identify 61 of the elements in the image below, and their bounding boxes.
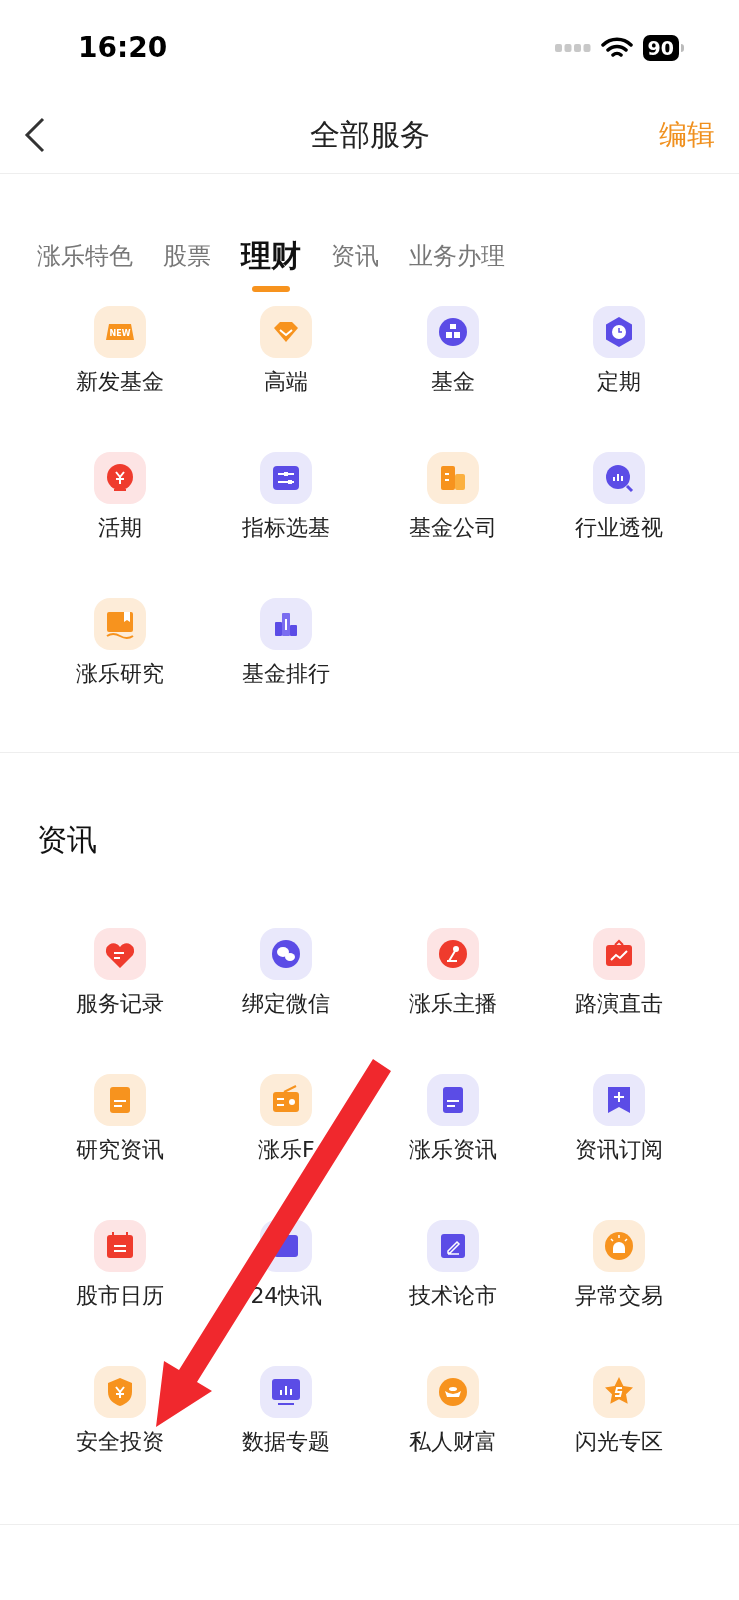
wifi-icon <box>600 36 633 60</box>
category-tab[interactable]: 股票 <box>163 236 211 276</box>
coin-icon <box>94 452 147 504</box>
status-time: 16:20 <box>78 30 168 66</box>
service-label[interactable]: 路演直击 <box>574 990 663 1018</box>
service-label[interactable]: 涨乐主播 <box>408 990 497 1018</box>
service-label[interactable]: 资讯订阅 <box>574 1136 663 1164</box>
tab-underline <box>252 286 290 292</box>
chat-bubbles-icon <box>260 928 313 980</box>
service-label[interactable]: 股市日历 <box>76 1282 165 1310</box>
clock-icon <box>592 306 645 358</box>
document-icon <box>426 1074 479 1126</box>
category-tab[interactable]: 资讯 <box>331 236 379 276</box>
trend-board-icon <box>592 928 645 980</box>
service-label[interactable]: 闪光专区 <box>574 1428 663 1456</box>
pencil-icon <box>426 1220 479 1272</box>
service-label[interactable]: 行业透视 <box>574 514 663 542</box>
service-label[interactable]: 高端 <box>264 368 309 396</box>
service-label[interactable]: 研究资讯 <box>76 1136 165 1164</box>
monitor-chart-icon <box>260 1366 313 1418</box>
magnifier-chart-icon <box>592 452 645 504</box>
document-icon <box>94 1074 147 1126</box>
service-label[interactable]: 绑定微信 <box>242 990 331 1018</box>
service-label[interactable]: 安全投资 <box>76 1428 165 1456</box>
service-label[interactable]: 新发基金 <box>76 368 165 396</box>
service-label[interactable]: 数据专题 <box>242 1428 331 1456</box>
category-tab[interactable]: 业务办理 <box>409 236 505 276</box>
service-label[interactable]: 涨乐F <box>258 1136 315 1164</box>
battery-level: 90 <box>642 35 679 61</box>
podium-icon <box>260 598 313 650</box>
signal-icon <box>554 44 591 52</box>
section-title: 资讯 <box>37 822 97 857</box>
service-label[interactable]: 指标选基 <box>242 514 331 542</box>
service-label[interactable]: 基金 <box>430 368 475 396</box>
back-icon[interactable] <box>24 116 46 153</box>
service-label[interactable]: 活期 <box>98 514 143 542</box>
service-label[interactable]: 涨乐研究 <box>76 660 165 688</box>
service-label[interactable]: 服务记录 <box>76 990 165 1018</box>
building-icon <box>426 452 479 504</box>
book-icon <box>94 598 147 650</box>
service-label[interactable]: 涨乐资讯 <box>408 1136 497 1164</box>
category-tab[interactable]: 理财 <box>241 236 301 276</box>
service-label[interactable]: 基金排行 <box>242 660 331 688</box>
service-label[interactable]: 定期 <box>596 368 641 396</box>
alarm-light-icon <box>592 1220 645 1272</box>
calendar-icon <box>94 1220 147 1272</box>
sliders-icon <box>260 452 313 504</box>
ingot-icon <box>426 1366 479 1418</box>
service-label[interactable]: 基金公司 <box>408 514 497 542</box>
microphone-icon <box>426 928 479 980</box>
service-label[interactable]: 24快讯 <box>250 1282 323 1310</box>
service-label[interactable]: 私人财富 <box>408 1428 497 1456</box>
blocks-icon <box>426 306 479 358</box>
service-label[interactable]: 技术论市 <box>408 1282 497 1310</box>
shield-icon <box>94 1366 147 1418</box>
page-title: 全部服务 <box>309 116 430 154</box>
new-tag-icon: NEW <box>94 306 147 358</box>
service-label[interactable]: 异常交易 <box>574 1282 663 1310</box>
radio-icon <box>260 1074 313 1126</box>
category-tab[interactable]: 涨乐特色 <box>37 236 133 276</box>
bookmark-plus-icon <box>592 1074 645 1126</box>
